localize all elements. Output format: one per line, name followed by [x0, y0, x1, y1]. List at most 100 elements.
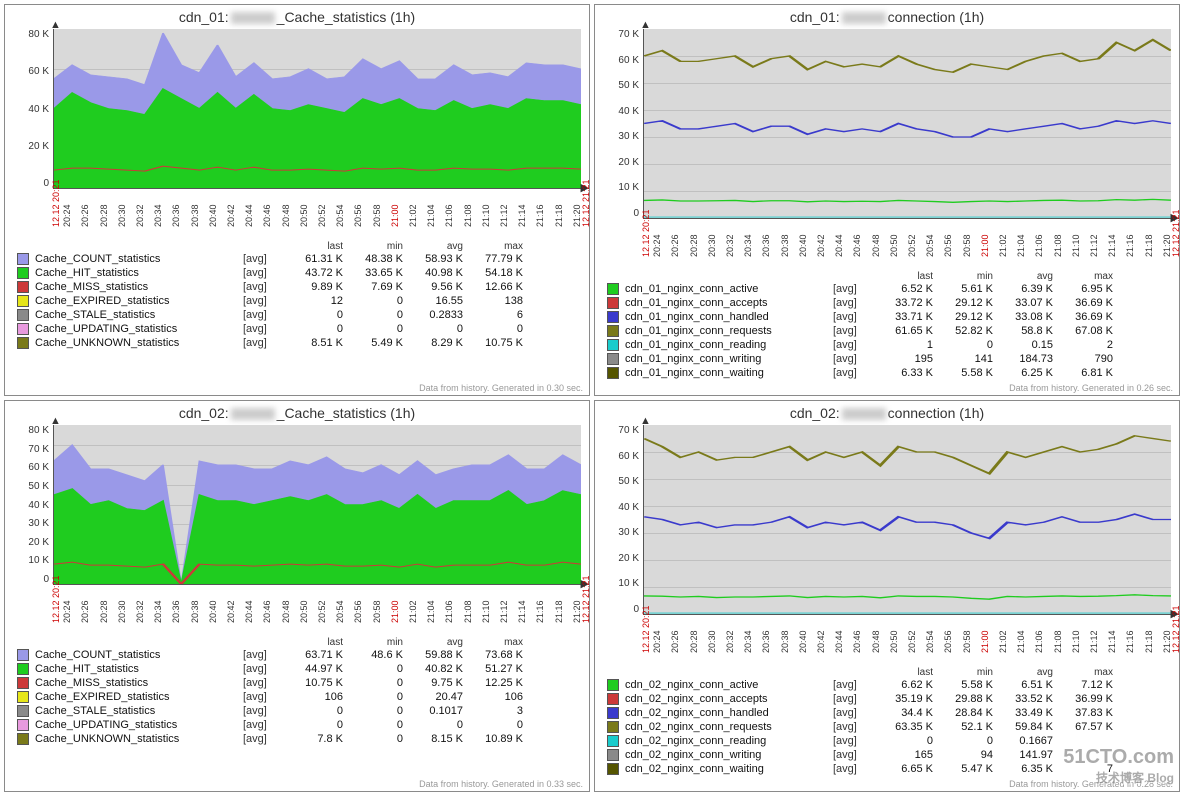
xtick: 20:32	[725, 630, 735, 653]
xtick: 20:44	[244, 204, 254, 227]
legend-row: Cache_COUNT_statistics [avg] 61.31 K 48.…	[17, 252, 581, 266]
legend: lastminavgmax cdn_02_nginx_conn_active […	[595, 663, 1179, 778]
agg-label: [avg]	[833, 734, 873, 748]
xtick: 20:32	[135, 600, 145, 623]
legend-row: cdn_02_nginx_conn_accepts [avg] 35.19 K …	[607, 692, 1171, 706]
plot-area: ▲ ▶	[643, 425, 1171, 615]
ytick: 40 K	[618, 106, 639, 117]
xtick: 21:16	[535, 600, 545, 623]
panel-conn1: cdn_01:connection (1h) 70 K60 K50 K40 K3…	[594, 4, 1180, 396]
series-name: Cache_UNKNOWN_statistics	[35, 732, 243, 746]
xtick: 20:58	[372, 204, 382, 227]
xtick: 20:54	[925, 234, 935, 257]
series-name: Cache_UPDATING_statistics	[35, 718, 243, 732]
xtick: 21:04	[1016, 630, 1026, 653]
ytick: 20 K	[618, 553, 639, 564]
xtick: 20:38	[190, 204, 200, 227]
x-axis: 12.12 20:2120:2420:2620:2820:3020:3220:3…	[595, 615, 1179, 663]
ytick: 10 K	[618, 182, 639, 193]
ytick: 70 K	[28, 444, 49, 455]
xtick: 20:42	[226, 204, 236, 227]
series-name: cdn_01_nginx_conn_requests	[625, 324, 833, 338]
y-axis: 70 K60 K50 K40 K30 K20 K10 K0	[603, 425, 643, 615]
panel-cache2: cdn_02:_Cache_statistics (1h) 80 K70 K60…	[4, 400, 590, 792]
xtick: 20:58	[962, 630, 972, 653]
xtick: 20:24	[652, 630, 662, 653]
xtick-start: 12.12 20:21	[641, 605, 651, 653]
xtick: 21:08	[1053, 234, 1063, 257]
swatch-icon	[17, 705, 29, 717]
agg-label: [avg]	[243, 336, 283, 350]
xtick: 20:46	[852, 630, 862, 653]
ytick: 10 K	[618, 578, 639, 589]
y-axis: 70 K60 K50 K40 K30 K20 K10 K0	[603, 29, 643, 219]
swatch-icon	[17, 691, 29, 703]
xtick: 20:54	[925, 630, 935, 653]
ytick: 50 K	[618, 80, 639, 91]
x-axis: 12.12 20:2120:2420:2620:2820:3020:3220:3…	[5, 585, 589, 633]
agg-label: [avg]	[243, 704, 283, 718]
xtick: 20:34	[153, 600, 163, 623]
panel-title: cdn_01:_Cache_statistics (1h)	[5, 5, 589, 27]
footer-text: Data from history. Generated in 0.28 sec…	[1009, 779, 1173, 789]
agg-label: [avg]	[243, 718, 283, 732]
legend: lastminavgmax Cache_COUNT_statistics [av…	[5, 633, 589, 748]
xtick: 21:18	[554, 600, 564, 623]
legend-row: Cache_STALE_statistics [avg] 0 0 0.2833 …	[17, 308, 581, 322]
ytick: 80 K	[28, 29, 49, 40]
xtick: 20:38	[780, 630, 790, 653]
ytick: 20 K	[618, 157, 639, 168]
ytick: 20 K	[28, 141, 49, 152]
series-name: Cache_UPDATING_statistics	[35, 322, 243, 336]
series-name: cdn_02_nginx_conn_writing	[625, 748, 833, 762]
xtick: 21:10	[481, 600, 491, 623]
legend: lastminavgmax cdn_01_nginx_conn_active […	[595, 267, 1179, 382]
xtick: 21:04	[1016, 234, 1026, 257]
xtick: 20:36	[171, 600, 181, 623]
legend-row: cdn_02_nginx_conn_active [avg] 6.62 K 5.…	[607, 678, 1171, 692]
series-name: cdn_02_nginx_conn_active	[625, 678, 833, 692]
agg-label: [avg]	[833, 296, 873, 310]
xtick: 21:06	[444, 204, 454, 227]
legend-row: cdn_01_nginx_conn_reading [avg] 1 0 0.15…	[607, 338, 1171, 352]
legend-row: Cache_EXPIRED_statistics [avg] 12 0 16.5…	[17, 294, 581, 308]
swatch-icon	[607, 735, 619, 747]
xtick-start: 12.12 20:21	[51, 179, 61, 227]
xtick: 21:18	[1144, 234, 1154, 257]
xtick: 21:02	[998, 234, 1008, 257]
xtick: 20:38	[780, 234, 790, 257]
xtick: 21:02	[408, 600, 418, 623]
legend-row: Cache_EXPIRED_statistics [avg] 106 0 20.…	[17, 690, 581, 704]
xtick: 21:08	[463, 600, 473, 623]
agg-label: [avg]	[833, 338, 873, 352]
xtick: 20:24	[62, 204, 72, 227]
xtick: 20:28	[99, 600, 109, 623]
xtick: 21:02	[408, 204, 418, 227]
swatch-icon	[607, 353, 619, 365]
series-name: cdn_01_nginx_conn_handled	[625, 310, 833, 324]
xtick: 21:16	[535, 204, 545, 227]
xtick: 21:06	[1034, 630, 1044, 653]
xtick: 20:56	[943, 234, 953, 257]
series-name: Cache_COUNT_statistics	[35, 648, 243, 662]
ytick: 70 K	[618, 425, 639, 436]
ytick: 0	[43, 178, 49, 189]
ytick: 80 K	[28, 425, 49, 436]
series-name: Cache_HIT_statistics	[35, 266, 243, 280]
xtick: 20:34	[153, 204, 163, 227]
xtick: 20:56	[943, 630, 953, 653]
series-name: cdn_02_nginx_conn_waiting	[625, 762, 833, 776]
xtick: 20:26	[670, 630, 680, 653]
xtick: 20:30	[117, 600, 127, 623]
xtick: 20:50	[889, 630, 899, 653]
ytick: 30 K	[618, 131, 639, 142]
series-name: Cache_EXPIRED_statistics	[35, 294, 243, 308]
xtick: 20:30	[707, 234, 717, 257]
xtick-start: 12.12 20:21	[641, 209, 651, 257]
series-name: cdn_02_nginx_conn_accepts	[625, 692, 833, 706]
agg-label: [avg]	[833, 692, 873, 706]
panel-title: cdn_02:_Cache_statistics (1h)	[5, 401, 589, 423]
y-axis: 80 K60 K40 K20 K0	[13, 29, 53, 189]
xtick: 20:34	[743, 234, 753, 257]
agg-label: [avg]	[243, 732, 283, 746]
